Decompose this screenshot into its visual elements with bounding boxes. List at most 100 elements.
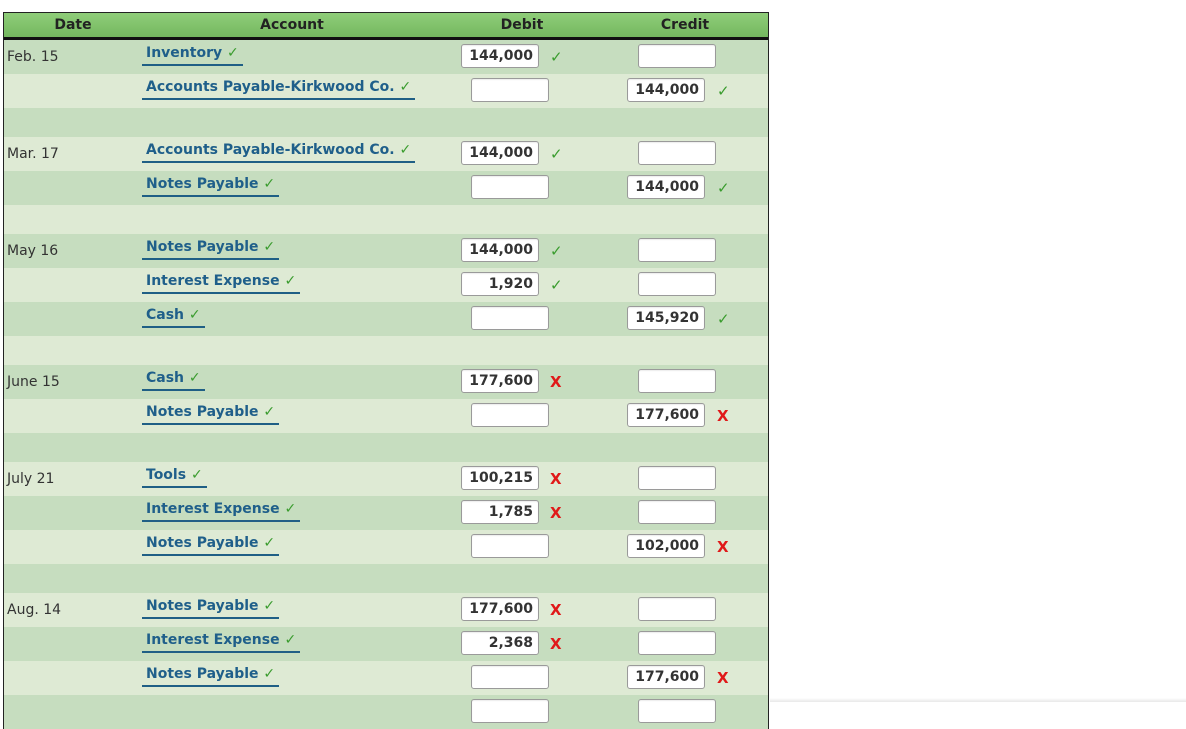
check-icon: ✓ (284, 501, 297, 517)
debit-cell (442, 74, 602, 108)
account-cell: Cash ✓ (142, 302, 442, 336)
account-name: Notes Payable (146, 666, 259, 682)
debit-input[interactable]: 2,368 (461, 631, 539, 655)
horizontal-scrollbar[interactable] (770, 698, 1186, 702)
entry-date: June 15 (7, 374, 60, 390)
debit-input[interactable]: 144,000 (461, 141, 539, 165)
credit-input[interactable] (638, 631, 716, 655)
credit-input[interactable]: 177,600 (627, 665, 705, 689)
account-name: Interest Expense (146, 501, 280, 517)
check-icon: ✓ (717, 82, 730, 100)
table-row: Mar. 17 Accounts Payable-Kirkwood Co. ✓ 14… (4, 137, 768, 171)
debit-input[interactable] (471, 306, 549, 330)
account-select[interactable]: Notes Payable ✓ (142, 535, 280, 556)
credit-input[interactable] (638, 272, 716, 296)
account-select[interactable]: Notes Payable ✓ (142, 404, 280, 425)
table-row: Accounts Payable-Kirkwood Co. ✓ 144,000 ✓ (4, 74, 768, 108)
debit-cell (442, 171, 602, 205)
x-icon: X (550, 601, 562, 619)
credit-input[interactable] (638, 597, 716, 621)
account-select[interactable]: Interest Expense ✓ (142, 632, 301, 653)
credit-input[interactable] (638, 500, 716, 524)
debit-input[interactable]: 1,785 (461, 500, 539, 524)
account-select[interactable]: Cash ✓ (142, 307, 205, 328)
account-select[interactable]: Cash ✓ (142, 370, 205, 391)
header-account: Account (260, 17, 324, 33)
x-icon: X (717, 407, 729, 425)
debit-input[interactable] (471, 175, 549, 199)
account-select[interactable]: Interest Expense ✓ (142, 273, 301, 294)
account-select[interactable]: Inventory ✓ (142, 45, 243, 66)
credit-cell (602, 593, 768, 627)
spacer-row (4, 205, 768, 234)
credit-input[interactable]: 145,920 (627, 306, 705, 330)
check-icon: ✓ (550, 48, 563, 66)
credit-cell: 144,000 ✓ (602, 74, 768, 108)
credit-input[interactable] (638, 699, 716, 723)
debit-input[interactable] (471, 699, 549, 723)
table-row (4, 695, 768, 729)
debit-input[interactable] (471, 534, 549, 558)
debit-cell: 144,000 ✓ (442, 234, 602, 268)
credit-input[interactable]: 102,000 (627, 534, 705, 558)
credit-cell: 145,920 ✓ (602, 302, 768, 336)
check-icon: ✓ (550, 242, 563, 260)
debit-input[interactable]: 144,000 (461, 44, 539, 68)
debit-input[interactable] (471, 403, 549, 427)
debit-input[interactable]: 100,215 (461, 466, 539, 490)
account-cell: Interest Expense ✓ (142, 268, 442, 302)
account-select[interactable]: Accounts Payable-Kirkwood Co. ✓ (142, 142, 416, 163)
credit-input[interactable]: 144,000 (627, 175, 705, 199)
debit-cell: 100,215 X (442, 462, 602, 496)
credit-cell (602, 462, 768, 496)
debit-cell (442, 695, 602, 729)
debit-input[interactable]: 177,600 (461, 369, 539, 393)
journal-entry-table: Date Account Debit Credit Feb. 15 Invento… (3, 12, 769, 729)
account-select[interactable]: Notes Payable ✓ (142, 666, 280, 687)
account-cell: Cash ✓ (142, 365, 442, 399)
check-icon: ✓ (188, 370, 201, 386)
credit-input[interactable] (638, 369, 716, 393)
account-select[interactable]: Accounts Payable-Kirkwood Co. ✓ (142, 79, 416, 100)
credit-cell (602, 137, 768, 171)
x-icon: X (550, 504, 562, 522)
credit-cell (602, 365, 768, 399)
debit-input[interactable]: 177,600 (461, 597, 539, 621)
credit-input[interactable] (638, 466, 716, 490)
x-icon: X (717, 669, 729, 687)
debit-cell: 1,920 ✓ (442, 268, 602, 302)
debit-cell: 2,368 X (442, 627, 602, 661)
check-icon: ✓ (263, 176, 276, 192)
credit-input[interactable]: 144,000 (627, 78, 705, 102)
credit-input[interactable] (638, 141, 716, 165)
account-select[interactable]: Interest Expense ✓ (142, 501, 301, 522)
debit-input[interactable] (471, 78, 549, 102)
table-row: Interest Expense ✓ 1,920 ✓ (4, 268, 768, 302)
check-icon: ✓ (263, 535, 276, 551)
credit-cell (602, 234, 768, 268)
debit-input[interactable]: 1,920 (461, 272, 539, 296)
account-cell: Interest Expense ✓ (142, 496, 442, 530)
credit-input[interactable]: 177,600 (627, 403, 705, 427)
account-select[interactable]: Notes Payable ✓ (142, 598, 280, 619)
credit-cell: 177,600 X (602, 399, 768, 433)
account-name: Accounts Payable-Kirkwood Co. (146, 142, 395, 158)
debit-cell: 144,000 ✓ (442, 40, 602, 74)
credit-input[interactable] (638, 44, 716, 68)
table-row: Notes Payable ✓ 102,000 X (4, 530, 768, 564)
account-name: Notes Payable (146, 404, 259, 420)
spacer-row (4, 433, 768, 462)
account-cell: Accounts Payable-Kirkwood Co. ✓ (142, 74, 442, 108)
check-icon: ✓ (284, 273, 297, 289)
account-select[interactable]: Tools ✓ (142, 467, 207, 488)
debit-input[interactable]: 144,000 (461, 238, 539, 262)
credit-input[interactable] (638, 238, 716, 262)
account-cell: Tools ✓ (142, 462, 442, 496)
table-row: Interest Expense ✓ 2,368 X (4, 627, 768, 661)
account-cell: Inventory ✓ (142, 40, 442, 74)
account-select[interactable]: Notes Payable ✓ (142, 176, 280, 197)
check-icon: ✓ (717, 179, 730, 197)
account-select[interactable]: Notes Payable ✓ (142, 239, 280, 260)
debit-input[interactable] (471, 665, 549, 689)
credit-cell (602, 627, 768, 661)
